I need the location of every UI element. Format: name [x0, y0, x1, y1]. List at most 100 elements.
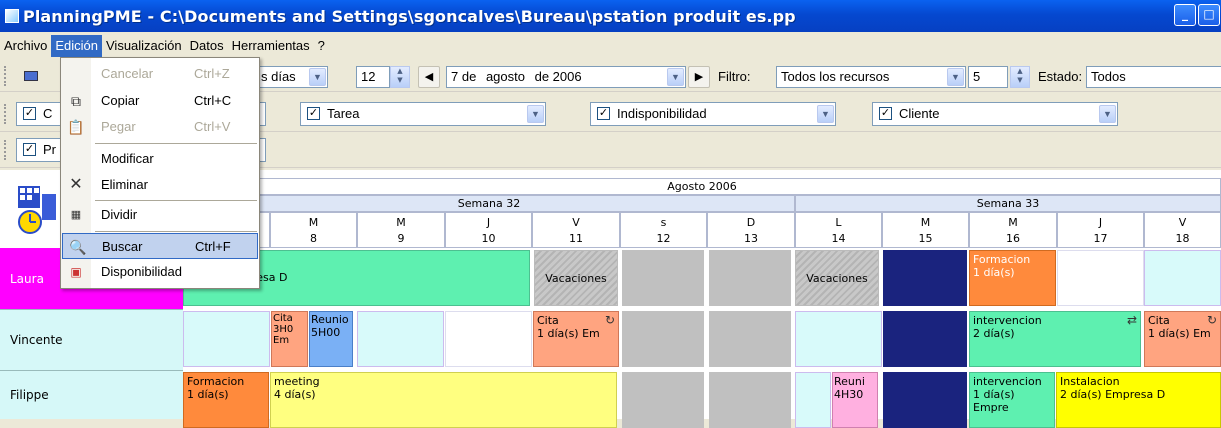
menu-item-label: Pegar: [101, 119, 136, 134]
weekend-cell: [622, 311, 704, 367]
date-picker[interactable]: 7 de agosto de 2006 ▼: [446, 66, 686, 88]
task-vincente-cita-2[interactable]: Cita 1 día(s) Em ↻: [533, 311, 619, 367]
day-letter: M: [396, 216, 406, 229]
day-header: M8: [270, 212, 357, 248]
days-count-input[interactable]: 12: [356, 66, 390, 88]
checkbox-icon[interactable]: ✓: [23, 143, 36, 156]
empty-cell[interactable]: [795, 311, 882, 367]
menu-item-buscar[interactable]: 🔍 Buscar Ctrl+F: [62, 233, 258, 259]
date-year: de 2006: [534, 69, 582, 84]
filter-count-spinner[interactable]: ▲ ▼: [1010, 66, 1030, 88]
filter-unavailability-combo[interactable]: ✓ Indisponibilidad ▼: [590, 102, 836, 126]
restore-button[interactable]: □: [1198, 4, 1220, 26]
toolbar-grip[interactable]: [4, 140, 7, 160]
task-vincente-intervencion[interactable]: intervencion 2 día(s) ⇄: [969, 311, 1141, 367]
delete-icon: ✕: [69, 176, 83, 193]
task-vincente-cita-3[interactable]: Cita 1 día(s) Em ↻: [1144, 311, 1221, 367]
task-label: Vacaciones: [545, 271, 607, 285]
empty-cell[interactable]: [445, 311, 532, 367]
filter-task-combo[interactable]: ✓ Tarea ▼: [300, 102, 546, 126]
task-laura-vacaciones-2[interactable]: Vacaciones: [795, 250, 879, 306]
resource-row-vincente[interactable]: Vincente: [0, 309, 183, 370]
state-select[interactable]: Todos: [1086, 66, 1221, 88]
filter-count-input[interactable]: 5: [968, 66, 1008, 88]
empty-cell[interactable]: [795, 372, 831, 428]
copy-icon: ⧉: [71, 93, 81, 109]
chevron-down-icon[interactable]: ▼: [667, 68, 684, 86]
menu-item-cancelar[interactable]: Cancelar Ctrl+Z: [61, 61, 259, 87]
empty-cell[interactable]: [1144, 250, 1221, 306]
task-laura-vacaciones-1[interactable]: Vacaciones: [534, 250, 618, 306]
state-value: Todos: [1091, 69, 1126, 84]
task-vincente-reunion[interactable]: Reunio 5H00: [309, 311, 353, 367]
chevron-down-icon[interactable]: ▼: [309, 68, 326, 86]
day-letter: s: [660, 216, 667, 229]
checkbox-icon[interactable]: ✓: [879, 107, 892, 120]
menu-visualizacion[interactable]: Visualización: [102, 35, 186, 57]
prev-date-button[interactable]: ◀: [418, 66, 440, 88]
menu-item-dividir[interactable]: ▦ Dividir: [61, 202, 259, 228]
task-duration: 2 día(s) Empresa D: [1060, 388, 1166, 401]
task-filippe-formacion[interactable]: Formacion 1 día(s): [183, 372, 269, 428]
checkbox-icon[interactable]: ✓: [23, 107, 36, 120]
menu-item-disponibilidad[interactable]: ▣ Disponibilidad: [61, 259, 259, 285]
menu-bar: Archivo Edición Visualización Datos Herr…: [0, 34, 1221, 58]
task-filippe-reunion[interactable]: Reuni 4H30: [832, 372, 878, 428]
resource-row-filippe[interactable]: Filippe: [0, 370, 183, 419]
empty-cell[interactable]: [183, 311, 270, 367]
day-number: 14: [831, 232, 846, 245]
task-label: Vacaciones: [806, 271, 868, 285]
task-label: Cita: [537, 314, 559, 327]
day-number: 12: [656, 232, 671, 245]
day-header: V 18: [1144, 212, 1221, 248]
chevron-down-icon[interactable]: ▼: [817, 105, 834, 123]
toolbar-grip[interactable]: [4, 104, 7, 124]
window-title: PlanningPME - C:\Documents and Settings\…: [23, 6, 796, 26]
menu-datos[interactable]: Datos: [186, 35, 228, 57]
week-header-33: Semana 33: [795, 195, 1221, 212]
next-date-button[interactable]: ▶: [688, 66, 710, 88]
menu-item-eliminar[interactable]: ✕ Eliminar: [61, 172, 259, 198]
checkbox-icon[interactable]: ✓: [307, 107, 320, 120]
menu-item-copiar[interactable]: ⧉ Copiar Ctrl+C: [61, 88, 259, 114]
menu-item-shortcut: Ctrl+C: [194, 93, 232, 108]
chevron-down-icon[interactable]: ▼: [947, 68, 964, 86]
day-letter: J: [1098, 216, 1103, 229]
minimize-button[interactable]: _: [1174, 4, 1196, 26]
task-filippe-meeting[interactable]: meeting 4 día(s): [270, 372, 617, 428]
week-header-32: Semana 32: [183, 195, 795, 212]
menu-archivo[interactable]: Archivo: [0, 35, 51, 57]
task-label: Formacion: [187, 375, 245, 388]
task-label: intervencion: [973, 375, 1042, 388]
menu-item-pegar[interactable]: 📋 Pegar Ctrl+V: [61, 114, 259, 140]
chevron-down-icon[interactable]: ▼: [527, 105, 544, 123]
task-vincente-cita[interactable]: Cita 3H0 Em: [271, 311, 308, 367]
checkbox-icon[interactable]: ✓: [597, 107, 610, 120]
chevron-down-icon[interactable]: ▼: [1099, 105, 1116, 123]
task-filippe-instalacion[interactable]: Instalacion 2 día(s) Empresa D: [1056, 372, 1221, 428]
menu-edicion[interactable]: Edición: [51, 35, 102, 57]
menu-herramientas[interactable]: Herramientas: [228, 35, 314, 57]
view-icon[interactable]: [24, 71, 38, 81]
days-spinner[interactable]: ▲ ▼: [390, 66, 410, 88]
day-number: 9: [397, 232, 405, 245]
paste-icon: 📋: [67, 119, 85, 135]
menu-item-modificar[interactable]: Modificar: [61, 146, 259, 172]
day-header: L 14: [795, 212, 882, 248]
filter-select[interactable]: Todos los recursos ▼: [776, 66, 966, 88]
menu-help[interactable]: ?: [314, 35, 329, 57]
date-month: agosto: [485, 69, 525, 84]
task-filippe-intervencion[interactable]: intervencion 1 día(s) Empre: [969, 372, 1055, 428]
menu-item-label: Eliminar: [101, 177, 148, 192]
view-mode-select[interactable]: s días ▼: [256, 66, 328, 88]
empty-cell[interactable]: [1057, 250, 1144, 306]
task-duration: 1 día(s): [973, 266, 1015, 279]
task-laura-formacion[interactable]: Formacion 1 día(s): [969, 250, 1056, 306]
day-number: 13: [744, 232, 758, 245]
toolbar-grip[interactable]: [4, 66, 7, 86]
empty-cell[interactable]: [357, 311, 444, 367]
day-header: V 11: [532, 212, 620, 248]
task-duration: 1 día(s) Empre: [973, 388, 1015, 414]
filter-client-combo[interactable]: ✓ Cliente ▼: [872, 102, 1118, 126]
day-letter: M: [920, 216, 931, 229]
